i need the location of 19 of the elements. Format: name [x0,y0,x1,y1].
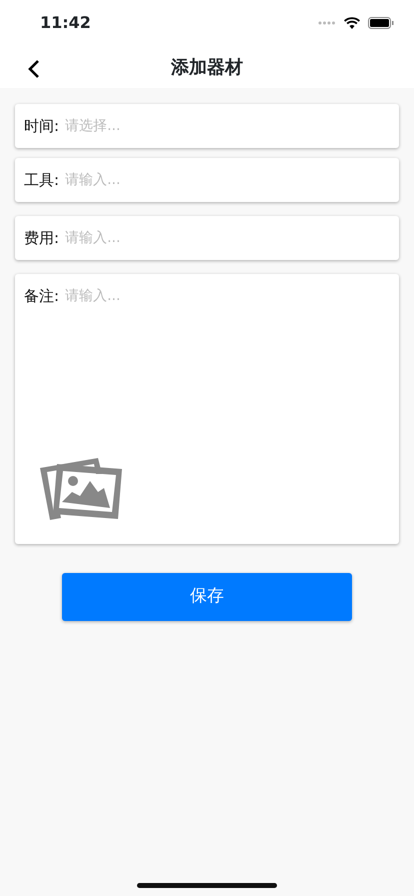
field-label: 备注: [24,286,60,307]
input-field[interactable]: 请选择... [59,116,390,136]
status-time: 11:42 [40,12,91,34]
back-icon [28,58,40,79]
remarks-card[interactable]: 备注: 请输入... [15,274,399,544]
page-title: 添加器材 [171,56,243,80]
wifi-icon [344,17,360,29]
input-field[interactable]: 请输入... [59,228,390,248]
remarks-field[interactable]: 请输入... [59,286,390,306]
signal-icon [318,21,336,25]
form-field[interactable]: 时间: 请选择... [15,104,399,148]
form-field[interactable]: 费用: 请输入... [15,216,399,260]
field-label: 时间: [24,116,60,137]
form-field[interactable]: 工具: 请输入... [15,158,399,202]
field-label: 费用: [24,228,60,249]
field-label: 工具: [24,170,60,191]
save-button[interactable]: 保存 [62,573,352,621]
input-field[interactable]: 请输入... [59,170,390,190]
battery-icon [368,17,394,29]
